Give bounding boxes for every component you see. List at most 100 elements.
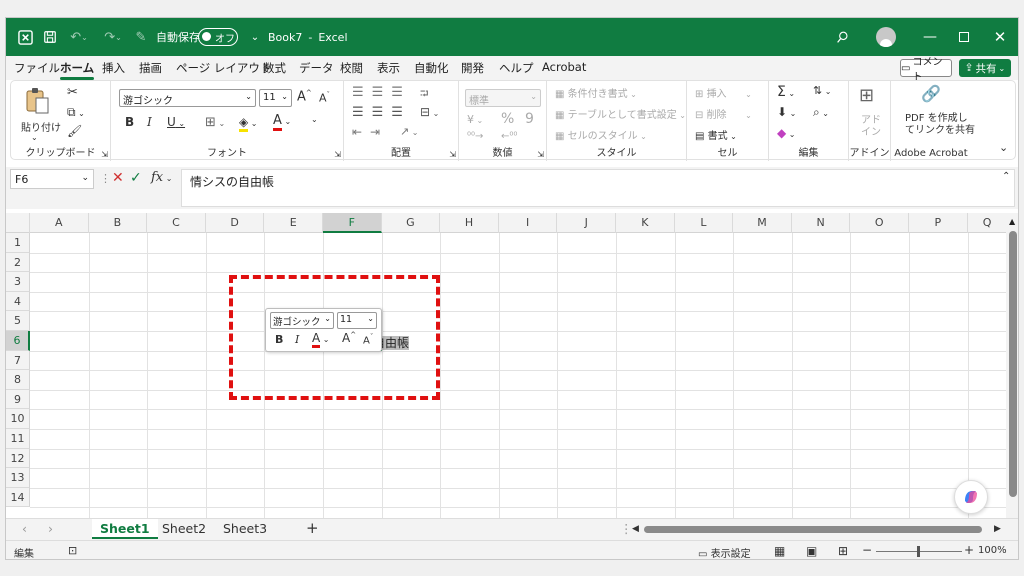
page-break-view-icon[interactable]: ⊞ (838, 544, 848, 558)
scroll-up-icon[interactable]: ▲ (1009, 217, 1015, 226)
next-sheet-icon[interactable]: › (48, 521, 53, 536)
zoom-slider[interactable] (876, 546, 962, 557)
col-header-p[interactable]: P (909, 213, 968, 233)
enter-icon[interactable]: ✓ (130, 170, 142, 186)
clear-icon[interactable]: ◆ ⌄ (777, 126, 795, 140)
tab-developer[interactable]: 開発 (461, 60, 484, 76)
row-header-5[interactable]: 5 (6, 311, 30, 331)
collapse-ribbon-icon[interactable]: ⌄ (999, 141, 1008, 154)
tab-automate[interactable]: 自動化 (414, 60, 449, 76)
shrink-font-button[interactable]: Aˇ (319, 91, 330, 105)
col-header-k[interactable]: K (616, 213, 675, 233)
scroll-left-icon[interactable]: ◀ (632, 524, 639, 534)
dialog-launcher-icon[interactable]: ⇲ (449, 150, 456, 159)
grow-font-button[interactable]: A^ (297, 89, 312, 104)
comma-button[interactable]: 9 (525, 111, 534, 127)
font-name-select[interactable]: 游ゴシック ⌄ (119, 89, 256, 107)
col-header-b[interactable]: B (89, 213, 148, 233)
orientation-icon[interactable]: ↗ ⌄ (400, 125, 418, 138)
merge-cells-icon[interactable]: ⊟ ⌄ (420, 105, 439, 119)
border-icon[interactable]: ⊞ ⌄ (205, 115, 225, 130)
percent-button[interactable]: % (501, 111, 514, 127)
col-header-n[interactable]: N (792, 213, 851, 233)
select-all-corner[interactable] (6, 213, 30, 233)
tab-split-handle-icon[interactable]: ⋮ (620, 521, 633, 536)
horizontal-scroll-thumb[interactable] (644, 526, 982, 533)
tab-page-layout[interactable]: ページ レイアウト (176, 60, 271, 76)
zoom-level[interactable]: 100% (978, 545, 1007, 556)
add-sheet-icon[interactable]: + (306, 519, 319, 537)
zoom-slider-thumb[interactable] (917, 546, 920, 557)
accessibility-icon[interactable]: ⊡ (68, 544, 77, 557)
display-settings-button[interactable]: ▭ 表示設定 (698, 545, 751, 559)
maximize-icon[interactable] (952, 18, 976, 56)
col-header-c[interactable]: C (147, 213, 206, 233)
autosave-toggle[interactable]: オフ (198, 28, 238, 46)
underline-button[interactable]: U ⌄ (167, 115, 185, 129)
copy-icon[interactable]: ⧉ ⌄ (67, 105, 85, 120)
dialog-launcher-icon[interactable]: ⇲ (101, 150, 108, 159)
col-header-f[interactable]: F (323, 213, 382, 233)
insert-function-button[interactable]: fx ⌄ (151, 170, 172, 185)
delete-cells-button[interactable]: ⊟ 削除 ⌄ (695, 106, 752, 121)
tab-insert[interactable]: 挿入 (102, 60, 125, 76)
col-header-a[interactable]: A (30, 213, 89, 233)
row-header-4[interactable]: 4 (6, 291, 30, 312)
cancel-icon[interactable]: ✕ (112, 170, 124, 186)
mini-font-color-button[interactable]: A ⌄ (312, 331, 329, 348)
number-format-select[interactable]: 標準 ⌄ (465, 89, 541, 107)
minimize-icon[interactable]: — (918, 18, 942, 56)
avatar[interactable] (874, 18, 898, 56)
search-icon[interactable] (832, 18, 852, 56)
tab-draw[interactable]: 描画 (139, 60, 162, 76)
row-header-10[interactable]: 10 (6, 409, 30, 429)
col-header-d[interactable]: D (206, 213, 265, 233)
tab-acrobat[interactable]: Acrobat (542, 60, 586, 74)
row-header-6[interactable]: 6 (6, 331, 30, 351)
decrease-decimal-icon[interactable]: ←⁰⁰ (501, 131, 517, 142)
formula-input[interactable]: 情シスの自由帳 (181, 169, 1015, 207)
row-header-12[interactable]: 12 (6, 448, 30, 469)
paste-label[interactable]: 貼り付け (21, 119, 61, 134)
redo-icon[interactable]: ↷ ⌄ (100, 18, 126, 56)
collapse-formula-icon[interactable]: ⌃ (1002, 171, 1010, 182)
name-box[interactable]: F6 ⌄ (10, 169, 94, 189)
fill-color-icon[interactable]: ◈ ⌄ (239, 115, 257, 132)
fill-icon[interactable]: ⬇ ⌄ (777, 105, 796, 119)
col-header-i[interactable]: I (499, 213, 558, 233)
normal-view-icon[interactable]: ▦ (774, 544, 785, 558)
undo-icon[interactable]: ↶ ⌄ (66, 18, 92, 56)
row-header-13[interactable]: 13 (6, 468, 30, 488)
wrap-text-icon[interactable]: ⮒ (420, 85, 429, 104)
acrobat-line2[interactable]: てリンクを共有 (905, 121, 975, 136)
pdf-share-icon[interactable]: 🔗 (921, 84, 941, 103)
addins-line2[interactable]: イン (861, 123, 881, 138)
page-layout-view-icon[interactable]: ▣ (806, 544, 817, 558)
addins-icon[interactable]: ⊞ (859, 85, 874, 106)
format-cells-button[interactable]: ▤ 書式 ⌄ (695, 127, 737, 142)
paste-chevron-icon[interactable]: ⌄ (31, 133, 38, 142)
dialog-launcher-icon[interactable]: ⇲ (537, 150, 544, 159)
dialog-launcher-icon[interactable]: ⇲ (334, 150, 341, 159)
row-header-11[interactable]: 11 (6, 429, 30, 449)
italic-button[interactable]: I (147, 115, 152, 129)
mini-bold-button[interactable]: B (275, 333, 283, 346)
tab-file[interactable]: ファイル (14, 60, 60, 76)
vertical-scroll-thumb[interactable] (1009, 231, 1017, 497)
autosum-icon[interactable]: Σ ⌄ (777, 84, 795, 100)
mini-grow-font-button[interactable]: A^ (342, 331, 356, 345)
cut-icon[interactable]: ✂ (67, 85, 78, 100)
col-header-q[interactable]: Q (968, 213, 1006, 233)
mini-font-select[interactable]: 游ゴシック ⌄ (270, 312, 334, 329)
increase-decimal-icon[interactable]: ⁰⁰→ (467, 131, 483, 142)
customize-qat-icon[interactable]: ⌄ (248, 18, 262, 56)
sort-filter-icon[interactable]: ⇅ ⌄ (813, 84, 831, 97)
zoom-out-icon[interactable]: − (862, 543, 872, 557)
sheet-tab-1[interactable]: Sheet1 (92, 519, 158, 539)
conditional-format-button[interactable]: ▦ 条件付き書式 ⌄ (555, 85, 637, 100)
cell-styles-button[interactable]: ▦ セルのスタイル ⌄ (555, 127, 647, 142)
paste-icon[interactable] (25, 87, 51, 118)
col-header-m[interactable]: M (733, 213, 792, 233)
find-icon[interactable]: ⌕ ⌄ (813, 105, 829, 120)
chevron-down-icon[interactable]: ⌄ (311, 115, 318, 124)
